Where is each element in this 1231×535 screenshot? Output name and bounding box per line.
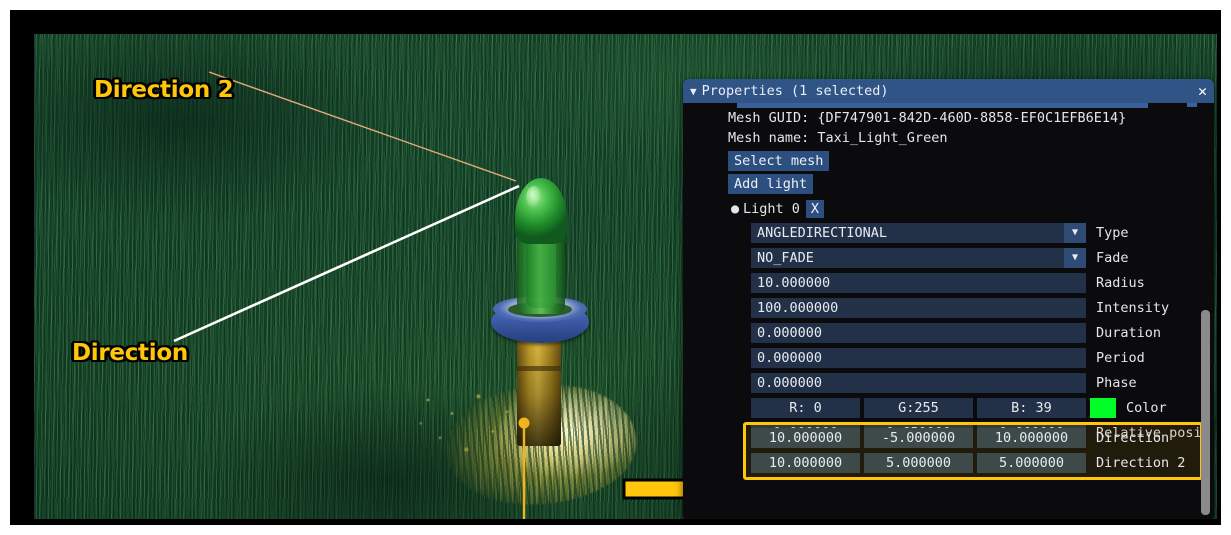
direction-annotation-label: Direction <box>72 340 188 366</box>
property-row-direction: 10.000000 -5.000000 10.000000 Direction <box>751 427 1206 449</box>
close-icon[interactable]: ✕ <box>1198 79 1207 103</box>
scrolled-off-widget-caret <box>1187 103 1197 107</box>
row-label-type: Type <box>1096 225 1129 241</box>
field-direction-2-1[interactable]: 5.000000 <box>864 453 973 473</box>
light-0-header[interactable]: ● Light 0 X <box>731 200 1214 218</box>
chevron-down-icon[interactable]: ▼ <box>1064 248 1086 268</box>
taxi-light-post-shade <box>517 330 561 446</box>
select-mesh-button[interactable]: Select mesh <box>728 151 830 171</box>
property-row-phase: 0.000000 Phase <box>751 372 1206 394</box>
properties-content: Mesh GUID: {DF747901-842D-460D-8858-EF0C… <box>683 108 1214 447</box>
field-intensity[interactable]: 100.000000 <box>751 298 1086 318</box>
property-row-fade: NO_FADE ▼ Fade <box>751 247 1206 269</box>
collapse-triangle-icon[interactable]: ▼ <box>690 80 697 104</box>
field-fade[interactable]: NO_FADE ▼ <box>751 248 1086 268</box>
mesh-guid-line: Mesh GUID: {DF747901-842D-460D-8858-EF0C… <box>728 110 1127 126</box>
property-row-duration: 0.000000 Duration <box>751 322 1206 344</box>
property-row-type: ANGLEDIRECTIONAL ▼ Type <box>751 222 1206 244</box>
property-row-color: R: 0 G:255 B: 39 Color <box>751 397 1206 419</box>
field-value-fade: NO_FADE <box>757 250 814 266</box>
color-swatch[interactable] <box>1090 398 1116 418</box>
row-label-direction: Direction <box>1096 430 1170 446</box>
row-label-duration: Duration <box>1096 325 1162 341</box>
field-type[interactable]: ANGLEDIRECTIONAL ▼ <box>751 223 1086 243</box>
field-radius[interactable]: 10.000000 <box>751 273 1086 293</box>
light-bullet-icon: ● <box>731 201 740 217</box>
chevron-down-icon[interactable]: ▼ <box>1064 223 1086 243</box>
screenshot-root: Direction 2 Direction ▼ Properties (1 sel… <box>0 0 1231 535</box>
taxi-light-specular <box>526 186 542 208</box>
direction-property-rows: 10.000000 -5.000000 10.000000 Direction 10.0… <box>751 427 1206 477</box>
3d-viewport[interactable]: Direction 2 Direction ▼ Properties (1 sel… <box>34 34 1217 519</box>
direction2-annotation-label: Direction 2 <box>94 77 234 103</box>
light-property-rows: ANGLEDIRECTIONAL ▼ Type NO_FADE ▼ Fade 10.0000… <box>751 222 1206 444</box>
mesh-name-line: Mesh name: Taxi_Light_Green <box>728 130 948 146</box>
field-phase[interactable]: 0.000000 <box>751 373 1086 393</box>
light-pool-speckle <box>404 382 524 472</box>
add-light-button[interactable]: Add light <box>728 174 814 194</box>
field-direction-0[interactable]: 10.000000 <box>751 428 860 448</box>
properties-panel-titlebar[interactable]: ▼ Properties (1 selected) ✕ <box>683 79 1214 103</box>
light-0-label: Light 0 <box>743 201 800 217</box>
field-color-0[interactable]: R: 0 <box>751 398 860 418</box>
field-duration[interactable]: 0.000000 <box>751 323 1086 343</box>
row-label-period: Period <box>1096 350 1145 366</box>
field-direction-2-0[interactable]: 10.000000 <box>751 453 860 473</box>
row-label-radius: Radius <box>1096 275 1145 291</box>
delete-light-button[interactable]: X <box>805 200 825 218</box>
field-direction-2-2[interactable]: 5.000000 <box>977 453 1086 473</box>
row-label-intensity: Intensity <box>1096 300 1170 316</box>
row-label-color: Color <box>1126 400 1167 416</box>
row-label-direction-2: Direction 2 <box>1096 455 1186 471</box>
properties-scrollbar-thumb[interactable] <box>1201 310 1210 515</box>
properties-panel-title-text: Properties (1 selected) <box>701 83 889 99</box>
field-direction-1[interactable]: -5.000000 <box>864 428 973 448</box>
taxi-light-post-band <box>517 366 561 371</box>
properties-panel-body: Mesh GUID: {DF747901-842D-460D-8858-EF0C… <box>683 103 1214 519</box>
field-color-1[interactable]: G:255 <box>864 398 973 418</box>
property-row-radius: 10.000000 Radius <box>751 272 1206 294</box>
property-row-intensity: 100.000000 Intensity <box>751 297 1206 319</box>
property-row-direction-2: 10.000000 5.000000 5.000000 Direction 2 <box>751 452 1206 474</box>
field-direction-2[interactable]: 10.000000 <box>977 428 1086 448</box>
row-label-phase: Phase <box>1096 375 1137 391</box>
screenshot-frame: Direction 2 Direction ▼ Properties (1 sel… <box>10 10 1221 525</box>
row-label-fade: Fade <box>1096 250 1129 266</box>
field-color-2[interactable]: B: 39 <box>977 398 1086 418</box>
property-row-period: 0.000000 Period <box>751 347 1206 369</box>
field-period[interactable]: 0.000000 <box>751 348 1086 368</box>
properties-panel[interactable]: ▼ Properties (1 selected) ✕ Mesh GUID: {D… <box>683 79 1214 519</box>
field-value-type: ANGLEDIRECTIONAL <box>757 225 888 241</box>
